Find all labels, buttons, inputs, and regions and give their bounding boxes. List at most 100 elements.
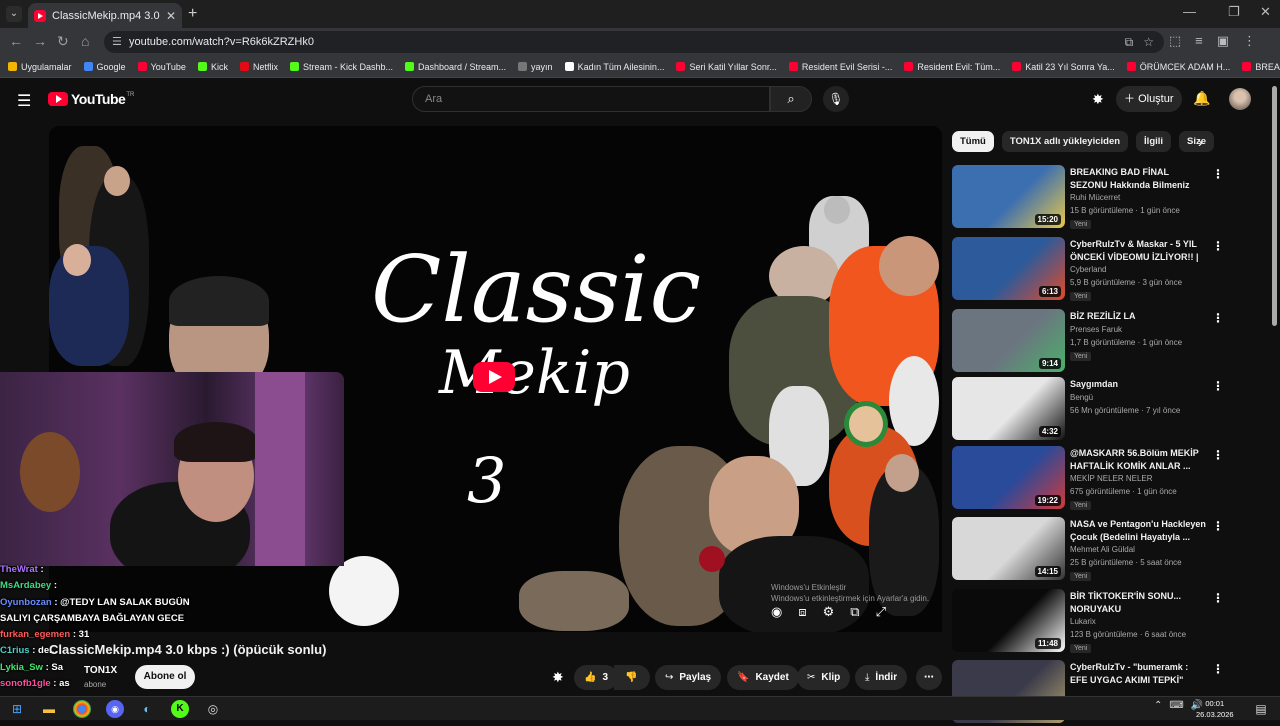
search-input[interactable]: Ara — [412, 86, 770, 112]
clock[interactable]: 00:01 26.03.2026 — [1196, 698, 1234, 720]
minimize-icon[interactable]: — — [1183, 4, 1196, 19]
play-button[interactable] — [473, 362, 515, 392]
new-tab-icon[interactable]: + — [188, 5, 197, 23]
recommendation-channel[interactable]: Lukarix — [1070, 617, 1096, 626]
bookmark-item[interactable]: Kadın Tüm Ailesinin... — [564, 62, 664, 72]
recommendation-title[interactable]: BİR TİKTOKER'İN SONU... NORUYAKU — [1070, 590, 1208, 616]
video-thumbnail[interactable]: 6:13 — [952, 237, 1065, 300]
clip-button[interactable]: ✂ Klip — [797, 665, 851, 690]
recommendation-title[interactable]: CyberRulzTv - "bumeramk : EFE UYGAC AKIM… — [1070, 661, 1208, 688]
home-icon[interactable]: ⌂ — [81, 33, 89, 49]
recommendation-channel[interactable]: Cyberland — [1070, 265, 1106, 274]
bookmark-item[interactable]: BREAKING BAD Hak... — [1242, 62, 1280, 72]
recommendation-channel[interactable]: Bengü — [1070, 393, 1093, 402]
file-explorer-icon[interactable]: ▬ — [40, 700, 58, 718]
recommendation-channel[interactable]: MEKİP NELER NELER — [1070, 474, 1153, 483]
bookmark-item[interactable]: Resident Evil: Tüm... — [904, 62, 1000, 72]
filter-chip[interactable]: TON1X adlı yükleyiciden — [1001, 131, 1129, 152]
create-button[interactable]: ＋ Oluştur — [1116, 86, 1182, 112]
search-button[interactable]: ⌕ — [770, 86, 812, 112]
video-thumbnail[interactable]: 15:20 — [952, 165, 1065, 228]
recommendation-title[interactable]: NASA ve Pentagon'u Hackleyen Çocuk (Bede… — [1070, 518, 1208, 544]
bookmark-item[interactable]: Netflix — [239, 62, 278, 72]
menu-icon[interactable]: ☰ — [17, 91, 31, 111]
recommendation-item[interactable]: 6:13 CyberRulzTv & Maskar - 5 YIL ÖNCEKİ … — [952, 237, 1252, 303]
more-options-icon[interactable]: ⋮ — [1212, 519, 1224, 533]
video-thumbnail[interactable]: 9:14 — [952, 309, 1065, 372]
bookmark-item[interactable]: YouTube — [137, 62, 186, 72]
recommendation-channel[interactable]: Ruhi Mücerret — [1070, 193, 1120, 202]
youtube-logo[interactable]: YouTube TR — [48, 91, 134, 107]
back-icon[interactable]: ← — [9, 33, 23, 49]
filter-chip[interactable]: Size — [1179, 131, 1215, 152]
kick-icon[interactable]: K — [171, 700, 189, 718]
settings-icon[interactable]: ⚙ — [823, 604, 851, 619]
notification-icon[interactable]: ▤ — [1252, 700, 1270, 718]
dislike-button[interactable]: 👎 — [614, 665, 650, 690]
bookmark-item[interactable]: Resident Evil Serisi -... — [788, 62, 892, 72]
bookmark-item[interactable]: Dashboard / Stream... — [405, 62, 506, 72]
url-bar[interactable]: ☰ youtube.com/watch?v=R6k6kZRZHk0 ⧉ ☆ — [104, 31, 1164, 53]
more-options-icon[interactable]: ⋮ — [1212, 591, 1224, 605]
bookmark-item[interactable]: Katil 23 Yıl Sonra Ya... — [1012, 62, 1115, 72]
bookmark-item[interactable]: Stream - Kick Dashb... — [289, 62, 393, 72]
recommendation-title[interactable]: CyberRulzTv & Maskar - 5 YIL ÖNCEKİ VİDE… — [1070, 238, 1208, 265]
fullscreen-icon[interactable]: ⤢ — [876, 604, 902, 619]
bookmark-item[interactable]: Uygulamalar — [8, 62, 72, 72]
video-thumbnail[interactable]: 4:32 — [952, 377, 1065, 440]
tab-search-icon[interactable]: ⌄ — [6, 6, 22, 22]
more-options-icon[interactable]: ⋮ — [1212, 311, 1224, 325]
more-actions-button[interactable]: ⋯ — [916, 665, 942, 690]
recommendation-title[interactable]: Saygımdan — [1070, 378, 1208, 391]
more-options-icon[interactable]: ⋮ — [1212, 379, 1224, 393]
filter-chip[interactable]: Tümü — [952, 131, 994, 152]
filter-chip[interactable]: İlgili — [1136, 131, 1172, 152]
discord-icon[interactable]: ◉ — [106, 700, 124, 718]
recommendation-title[interactable]: BİZ REZİLİZ LA — [1070, 310, 1208, 323]
recommendation-item[interactable]: 9:14 BİZ REZİLİZ LA Prenses Faruk 1,7 B gör… — [952, 309, 1252, 375]
save-button[interactable]: 🔖 Kaydet — [727, 665, 799, 690]
more-options-icon[interactable]: ⋮ — [1212, 239, 1224, 253]
notifications-bell-icon[interactable]: 🔔 — [1193, 90, 1210, 107]
voice-search-button[interactable]: 🎙 — [823, 86, 849, 112]
bookmark-item[interactable]: yayın — [518, 62, 553, 72]
download-button[interactable]: ⤓ İndir — [855, 665, 908, 690]
share-button[interactable]: ↪ Paylaş — [655, 665, 722, 690]
recommendation-item[interactable]: 4:32 Saygımdan Bengü 56 Mn görüntüleme · 7 … — [952, 377, 1252, 443]
recommendation-title[interactable]: @MASKARR 56.Bölüm MEKİP HAFTALİK KOMİK A… — [1070, 447, 1208, 473]
obs-icon[interactable]: ◎ — [204, 700, 222, 718]
cast-icon[interactable]: ✸ — [552, 669, 564, 686]
bookmark-item[interactable]: Google — [83, 62, 126, 72]
reload-icon[interactable]: ↻ — [57, 33, 69, 50]
recommendation-item[interactable]: 14:15 NASA ve Pentagon'u Hackleyen Çocuk … — [952, 517, 1252, 583]
site-info-icon[interactable]: ☰ — [112, 31, 122, 53]
channel-name[interactable]: TON1X — [84, 665, 117, 676]
chevron-right-icon[interactable]: › — [1198, 134, 1203, 150]
more-options-icon[interactable]: ⋮ — [1212, 448, 1224, 462]
like-button[interactable]: 👍 3 — [574, 665, 619, 690]
extensions-icon[interactable]: ⬚≡▣⋮ — [1169, 33, 1270, 49]
video-thumbnail[interactable]: 11:48 — [952, 589, 1065, 652]
video-thumbnail[interactable]: 19:22 — [952, 446, 1065, 509]
close-window-icon[interactable]: ✕ — [1260, 4, 1271, 20]
steam-icon[interactable]: ◐ — [138, 700, 156, 718]
bookmark-item[interactable]: ÖRÜMCEK ADAM H... — [1126, 62, 1230, 72]
more-options-icon[interactable]: ⋮ — [1212, 167, 1224, 181]
windows-start-icon[interactable]: ⊞ — [8, 700, 26, 718]
subscribe-button[interactable]: Abone ol — [135, 665, 195, 689]
recommendation-item[interactable]: 15:20 BREAKING BAD FİNAL SEZONU Hakkında … — [952, 165, 1252, 231]
miniplayer-icon[interactable]: ⧉ — [850, 604, 875, 619]
bookmark-item[interactable]: Seri Katil Yıllar Sonr... — [676, 62, 777, 72]
chrome-icon[interactable] — [73, 700, 91, 718]
recommendation-item[interactable]: 19:22 @MASKARR 56.Bölüm MEKİP HAFTALİK KO… — [952, 446, 1252, 512]
bookmark-item[interactable]: Kick — [197, 62, 228, 72]
close-tab-icon[interactable]: ✕ — [166, 9, 176, 23]
avatar[interactable] — [1229, 88, 1251, 110]
scrollbar[interactable] — [1272, 86, 1277, 326]
restore-icon[interactable]: ❐ — [1228, 4, 1240, 20]
recommendation-item[interactable]: 11:48 BİR TİKTOKER'İN SONU... NORUYAKU Luk… — [952, 589, 1252, 655]
autoplay-toggle-icon[interactable]: ◉ — [771, 604, 798, 619]
browser-tab[interactable]: ClassicMekip.mp4 3.0 kbps :) (öp ✕ — [28, 3, 182, 28]
recommendation-title[interactable]: BREAKING BAD FİNAL SEZONU Hakkında Bilme… — [1070, 166, 1208, 193]
recommendation-channel[interactable]: Mehmet Ali Güldal — [1070, 545, 1135, 554]
